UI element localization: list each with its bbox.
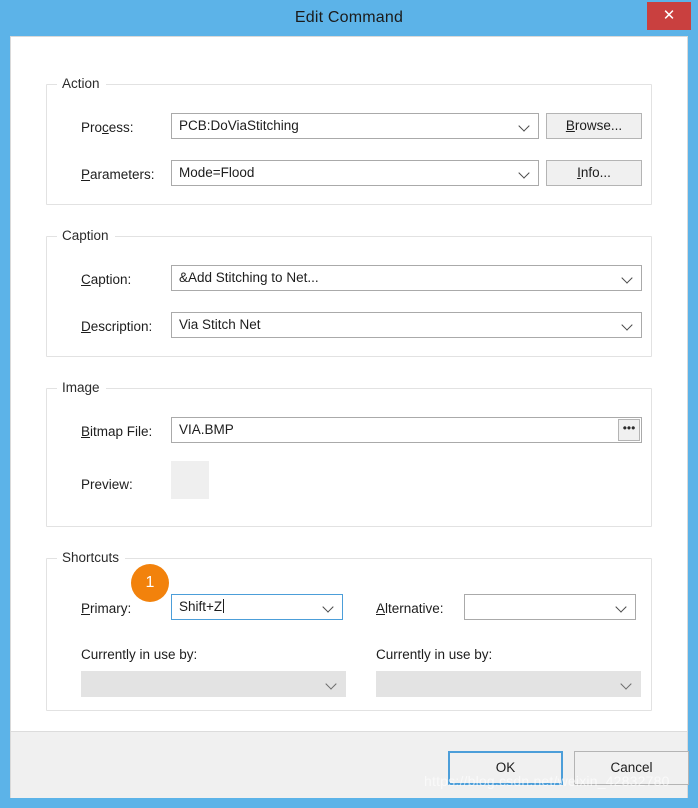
chevron-down-icon[interactable] xyxy=(515,161,537,185)
description-label: Description: xyxy=(81,319,152,334)
chevron-down-icon[interactable] xyxy=(612,595,634,619)
action-group: Action Process: PCB:DoViaStitching Brows… xyxy=(46,75,652,205)
dialog-client-area: Action Process: PCB:DoViaStitching Brows… xyxy=(10,36,688,798)
chevron-down-icon[interactable] xyxy=(319,595,341,619)
caption-label: Caption: xyxy=(81,272,131,287)
close-icon[interactable]: ✕ xyxy=(647,2,691,30)
primary-shortcut-label: Primary: xyxy=(81,601,131,616)
parameters-value: Mode=Flood xyxy=(179,161,254,185)
annotation-badge-1: 1 xyxy=(131,564,169,602)
dialog-title: Edit Command xyxy=(0,9,698,27)
description-value: Via Stitch Net xyxy=(179,313,261,337)
bitmap-file-input[interactable]: VIA.BMP ••• xyxy=(171,417,642,443)
alternative-in-use-label: Currently in use by: xyxy=(376,647,492,662)
action-group-legend: Action xyxy=(57,75,106,93)
alternative-in-use-combobox[interactable] xyxy=(376,671,641,697)
alternative-shortcut-label: Alternative: xyxy=(376,601,444,616)
image-group-frame xyxy=(46,388,652,527)
primary-in-use-combobox[interactable] xyxy=(81,671,346,697)
chevron-down-icon[interactable] xyxy=(617,672,639,696)
process-combobox[interactable]: PCB:DoViaStitching xyxy=(171,113,539,139)
description-combobox[interactable]: Via Stitch Net xyxy=(171,312,642,338)
process-label: Process: xyxy=(81,120,134,135)
caption-value: &Add Stitching to Net... xyxy=(179,266,319,290)
primary-shortcut-value: Shift+Z xyxy=(179,595,224,619)
process-value: PCB:DoViaStitching xyxy=(179,114,299,138)
dialog-body: Action Process: PCB:DoViaStitching Brows… xyxy=(11,37,687,731)
bitmap-browse-button[interactable]: ••• xyxy=(618,419,640,441)
caption-combobox[interactable]: &Add Stitching to Net... xyxy=(171,265,642,291)
primary-shortcut-combobox[interactable]: Shift+Z xyxy=(171,594,343,620)
caption-group-frame xyxy=(46,236,652,357)
bitmap-file-label: Bitmap File: xyxy=(81,424,152,439)
image-group: Image Bitmap File: VIA.BMP ••• Preview: xyxy=(46,379,652,527)
parameters-combobox[interactable]: Mode=Flood xyxy=(171,160,539,186)
caption-group-legend: Caption xyxy=(57,227,115,245)
chevron-down-icon[interactable] xyxy=(618,266,640,290)
bitmap-file-value: VIA.BMP xyxy=(179,418,234,442)
parameters-label: Parameters: xyxy=(81,167,155,182)
action-group-frame xyxy=(46,84,652,205)
alternative-shortcut-combobox[interactable] xyxy=(464,594,636,620)
image-group-legend: Image xyxy=(57,379,106,397)
info-button[interactable]: Info... xyxy=(546,160,642,186)
chevron-down-icon[interactable] xyxy=(515,114,537,138)
preview-label: Preview: xyxy=(81,477,133,492)
preview-thumbnail xyxy=(171,461,209,499)
browse-button[interactable]: Browse... xyxy=(546,113,642,139)
shortcuts-group-legend: Shortcuts xyxy=(57,549,125,567)
chevron-down-icon[interactable] xyxy=(618,313,640,337)
primary-in-use-label: Currently in use by: xyxy=(81,647,197,662)
chevron-down-icon[interactable] xyxy=(322,672,344,696)
watermark-text: https://blog.csdn.net/weixin_42832780 xyxy=(424,773,670,789)
title-bar: Edit Command ✕ xyxy=(0,0,698,40)
caption-group: Caption Caption: &Add Stitching to Net..… xyxy=(46,227,652,357)
edit-command-dialog: Edit Command ✕ Action Process: PCB:DoVia… xyxy=(0,0,698,808)
